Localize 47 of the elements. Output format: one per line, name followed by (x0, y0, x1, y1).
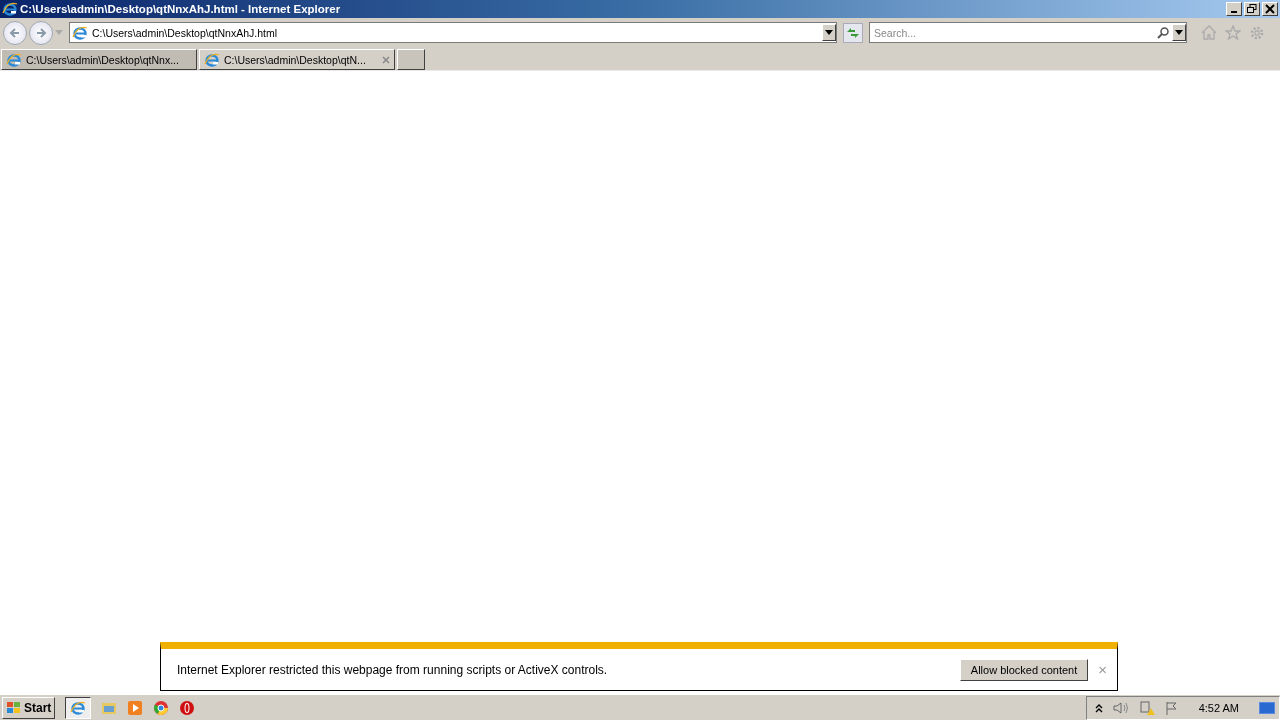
caret-icon (825, 30, 833, 35)
folder-icon[interactable] (101, 700, 118, 715)
refresh-button[interactable] (843, 22, 863, 43)
windows-logo-icon (6, 700, 22, 715)
window-title: C:\Users\admin\Desktop\qtNnxAhJ.html - Internet Explorer (20, 3, 341, 15)
close-tab-icon[interactable] (382, 55, 390, 64)
speaker-icon[interactable] (1112, 700, 1129, 715)
browser-tab[interactable]: C:\Users\admin\Desktop\qtNnx... (1, 49, 197, 70)
opera-icon[interactable] (179, 699, 196, 716)
address-bar[interactable]: C:\Users\admin\Desktop\qtNnxAhJ.html (69, 22, 837, 43)
ie-page-icon (204, 51, 220, 68)
notification-message: Internet Explorer restricted this webpage from running scripts or ActiveX controls. (177, 662, 608, 677)
back-arrow-icon (9, 26, 21, 39)
refresh-icon (846, 26, 860, 39)
dropdown-button[interactable] (1172, 24, 1186, 41)
show-desktop-icon[interactable] (1259, 701, 1275, 714)
clock[interactable]: 4:52 AM (1198, 701, 1239, 714)
caret-icon (1175, 30, 1183, 35)
start-button[interactable]: Start (2, 696, 56, 719)
search-field[interactable]: Search... (874, 26, 1154, 39)
address-input[interactable]: C:\Users\admin\Desktop\qtNnxAhJ.html (92, 26, 818, 39)
browser-taskbar-button[interactable] (65, 696, 92, 719)
close-icon (1265, 4, 1275, 14)
ie-logo-icon (2, 1, 18, 17)
browser-tab[interactable]: C:\Users\admin\Desktop\qtN... (199, 49, 395, 70)
restore-icon (1247, 4, 1257, 14)
new-tab-button[interactable] (397, 49, 425, 70)
search-icon[interactable] (1157, 26, 1169, 39)
chrome-icon[interactable] (153, 699, 170, 716)
ie-page-icon (6, 51, 22, 68)
page-icon (72, 24, 88, 41)
forward-arrow-icon (35, 26, 47, 39)
network-warning-icon[interactable] (1138, 699, 1155, 716)
show-hidden-icons-icon[interactable] (1094, 702, 1103, 713)
media-player-icon[interactable] (127, 699, 144, 716)
close-button[interactable] (1262, 2, 1278, 16)
allow-blocked-content-button[interactable]: Allow blocked content (959, 658, 1089, 681)
restore-button[interactable] (1244, 2, 1260, 16)
forward-button[interactable] (29, 20, 53, 45)
dropdown-button[interactable] (822, 24, 836, 41)
minimize-icon (1231, 11, 1237, 13)
star-icon[interactable] (1225, 25, 1241, 40)
back-button[interactable] (3, 20, 27, 45)
ie-icon (70, 699, 87, 716)
search-box[interactable]: Search... (869, 22, 1187, 43)
minimize-button[interactable] (1226, 2, 1242, 16)
flag-icon[interactable] (1164, 700, 1179, 715)
